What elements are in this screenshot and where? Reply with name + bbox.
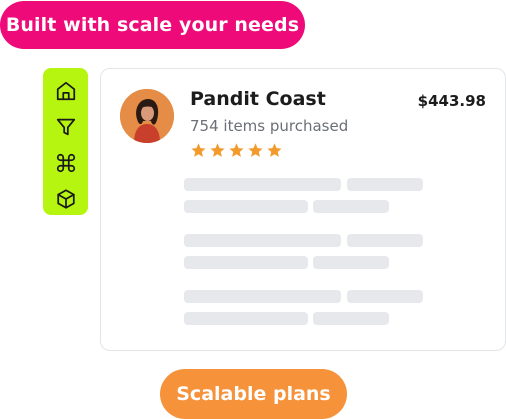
skeleton-line [184,312,308,325]
star-icon [209,142,226,159]
skeleton-line [184,234,341,247]
skeleton-line [313,200,389,213]
skeleton-line [347,234,423,247]
product-card[interactable]: Pandit Coast 754 items purchased $443.98 [100,68,506,351]
purchase-count: 754 items purchased [190,117,349,135]
headline-badge: Built with scale your needs [0,1,305,49]
skeleton-line [184,256,308,269]
side-toolbar [43,68,88,215]
skeleton-line [347,178,423,191]
scalable-plans-badge[interactable]: Scalable plans [160,369,347,419]
filter-icon[interactable] [54,115,78,139]
skeleton-line [184,290,341,303]
star-icon [190,142,207,159]
star-icon [266,142,283,159]
star-icon [247,142,264,159]
skeleton-line [184,178,341,191]
product-price: $443.98 [417,92,486,110]
home-icon[interactable] [54,79,78,103]
skeleton-line [184,200,308,213]
skeleton-line [313,312,389,325]
star-icon [228,142,245,159]
cube-icon[interactable] [54,187,78,211]
star-rating [190,142,283,159]
skeleton-line [347,290,423,303]
command-icon[interactable] [54,151,78,175]
skeleton-line [313,256,389,269]
avatar [120,89,174,143]
product-name: Pandit Coast [190,88,326,110]
